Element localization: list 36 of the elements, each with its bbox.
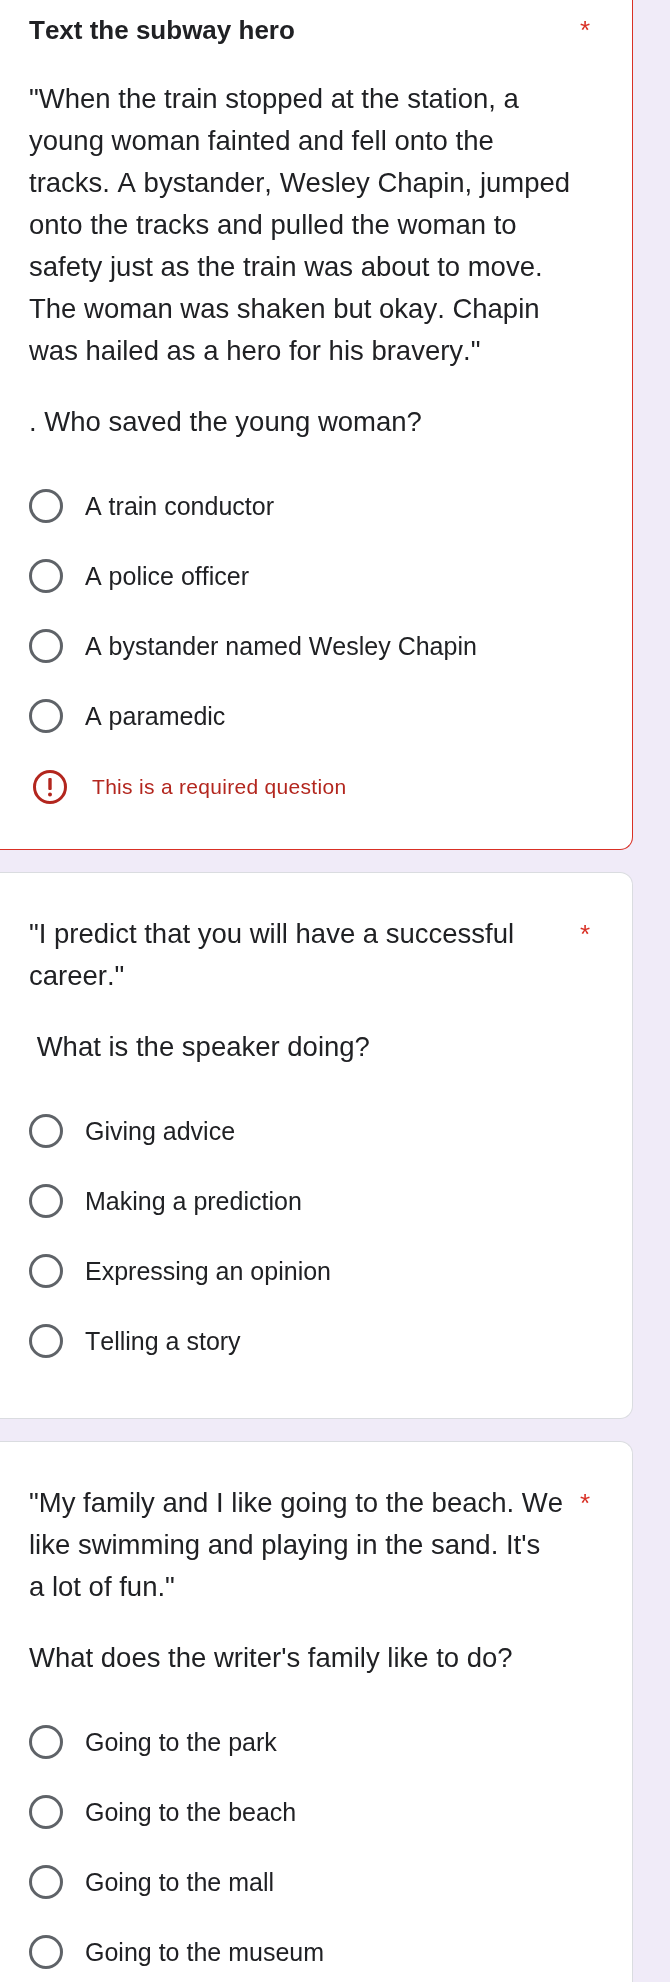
question-prompt: What does the writer's family like to do? — [29, 1641, 514, 1675]
option-label[interactable]: A bystander named Wesley Chapin — [85, 629, 477, 663]
option-label[interactable]: Going to the beach — [85, 1795, 297, 1829]
option-label[interactable]: A police officer — [85, 559, 249, 593]
question-prompt: . Who saved the young woman? — [29, 405, 423, 439]
question-prompt: What is the speaker doing? — [35, 1030, 371, 1064]
error-message: This is a required question — [92, 774, 347, 800]
required-asterisk: * — [580, 918, 592, 951]
radio-button[interactable] — [29, 1324, 63, 1358]
question-heading: Text the subway hero — [29, 14, 296, 47]
option-label[interactable]: Going to the mall — [85, 1865, 274, 1899]
radio-button[interactable] — [29, 1254, 63, 1288]
required-asterisk: * — [580, 1487, 592, 1520]
question-text: "My family and I like going to the beach. We like swimming and playing in the sand. It's a lot of fun." — [29, 1486, 565, 1604]
radio-button[interactable] — [29, 1795, 63, 1829]
option-label[interactable]: Giving advice — [85, 1114, 236, 1148]
radio-button[interactable] — [29, 1865, 63, 1899]
option-label[interactable]: Expressing an opinion — [85, 1254, 331, 1288]
radio-button[interactable] — [29, 489, 63, 523]
radio-button[interactable] — [29, 1725, 63, 1759]
option-label[interactable]: Making a prediction — [85, 1184, 302, 1218]
option-label[interactable]: Telling a story — [85, 1324, 241, 1358]
question-text: "When the train stopped at the station, a young woman fainted and fell onto the tracks. A bystander, Wesley Chapin, jumped onto the tracks and pulled the woman to safety just as the train was about to move. The woman was shaken but okay. Chapin was hailed as a hero for his bravery." — [29, 82, 572, 368]
radio-button[interactable] — [29, 1114, 63, 1148]
alert-icon — [33, 770, 67, 804]
radio-button[interactable] — [29, 629, 63, 663]
radio-button[interactable] — [29, 1935, 63, 1969]
radio-button[interactable] — [29, 559, 63, 593]
question-text: "I predict that you will have a successful career." — [29, 917, 516, 993]
option-label[interactable]: A paramedic — [85, 699, 226, 733]
radio-button[interactable] — [29, 1184, 63, 1218]
required-asterisk: * — [580, 14, 592, 47]
radio-button[interactable] — [29, 699, 63, 733]
option-label[interactable]: Going to the museum — [85, 1935, 324, 1969]
option-label[interactable]: Going to the park — [85, 1725, 277, 1759]
option-label[interactable]: A train conductor — [85, 489, 274, 523]
